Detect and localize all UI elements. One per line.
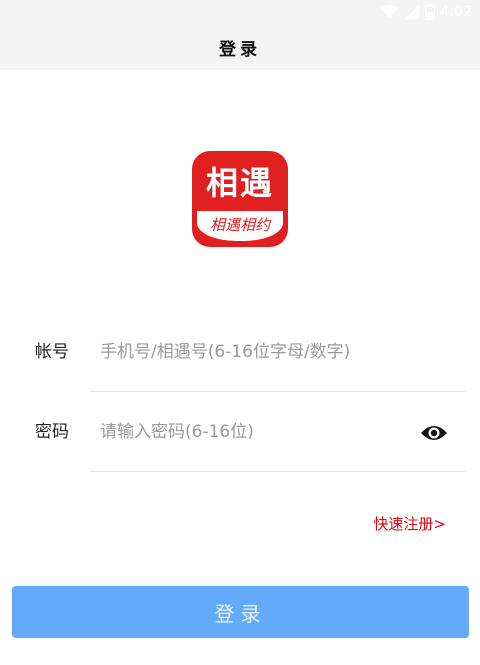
password-input[interactable]: [100, 418, 400, 446]
account-input[interactable]: [100, 338, 400, 366]
account-label: 帐号: [35, 342, 69, 362]
register-link[interactable]: 快速注册>: [373, 514, 446, 534]
logo-main-text: 相遇: [205, 164, 274, 202]
wifi-icon: [380, 5, 399, 18]
logo-sub-text: 相遇相约: [209, 216, 270, 234]
login-screen: 4:02 登录 相遇 相遇相约 帐号 密码 快速注册> 登录: [0, 0, 480, 665]
status-time: 4:02: [440, 4, 472, 20]
battery-icon: [424, 4, 435, 20]
status-icons: 4:02: [380, 3, 472, 21]
login-button[interactable]: 登录: [12, 586, 469, 638]
eye-icon[interactable]: [420, 422, 448, 444]
password-label: 密码: [35, 422, 69, 442]
app-logo: 相遇 相遇相约: [192, 151, 288, 247]
logo-band: 相遇相约: [197, 211, 283, 241]
page-title: 登录: [219, 39, 261, 60]
account-row: 帐号: [0, 312, 480, 392]
app-header: 登录: [0, 24, 480, 70]
password-row: 密码: [0, 392, 480, 472]
password-divider: [90, 471, 466, 472]
signal-icon: [404, 5, 419, 19]
status-bar: 4:02: [0, 0, 480, 24]
